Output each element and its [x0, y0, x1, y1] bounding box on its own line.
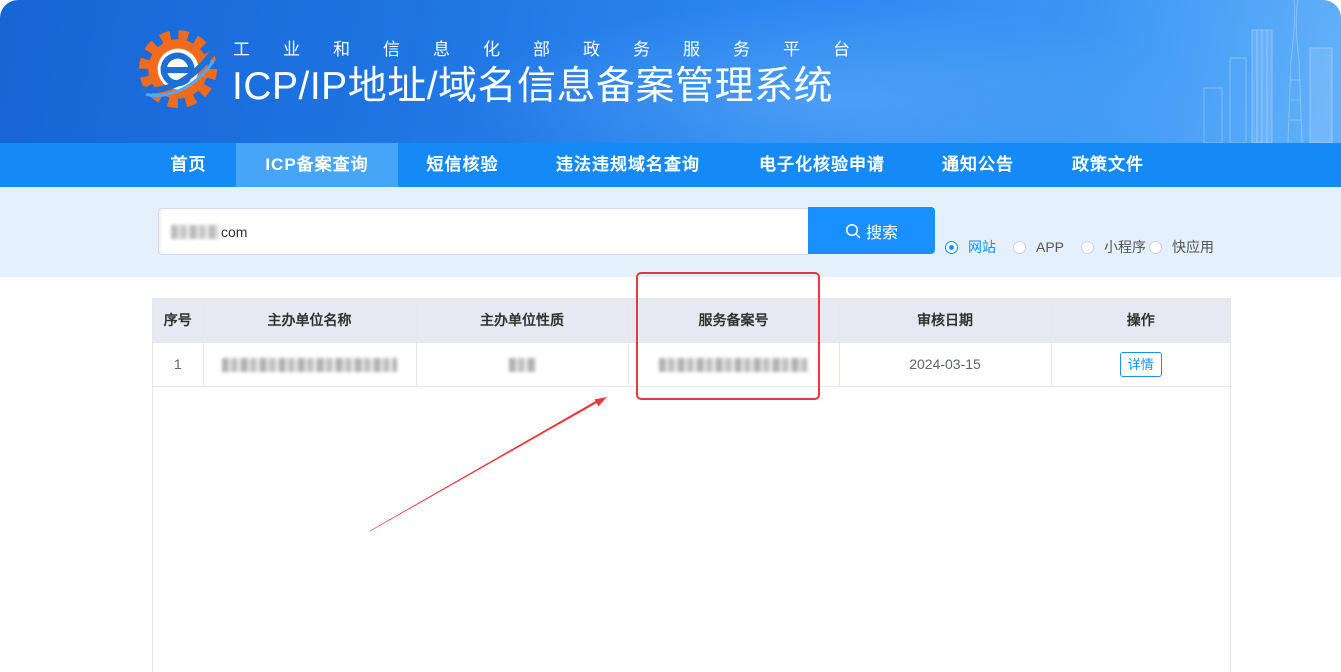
system-title: ICP/IP地址/域名信息备案管理系统 — [232, 65, 834, 108]
radio-app[interactable]: APP — [1013, 239, 1081, 255]
radio-label: 小程序 — [1104, 239, 1146, 255]
radio-button[interactable] — [1081, 240, 1094, 254]
query-type-radio-group: 网站 APP 小程序 快应用 — [945, 239, 1217, 255]
search-box — [158, 208, 808, 255]
cell-review-date: 2024-03-15 — [839, 342, 1052, 387]
radio-label: 网站 — [968, 239, 996, 255]
search-button[interactable]: 搜索 — [808, 207, 935, 254]
search-input[interactable] — [158, 208, 808, 255]
radio-button[interactable] — [945, 240, 958, 254]
site-header: 工业和信息化部政务服务平台 ICP/IP地址/域名信息备案管理系统 — [0, 0, 1341, 143]
platform-subtitle: 工业和信息化部政务服务平台 — [233, 40, 883, 59]
cell-index: 1 — [153, 342, 204, 387]
results-table-container: 序号 主办单位名称 主办单位性质 服务备案号 审核日期 操作 1 2024-03… — [152, 298, 1231, 672]
column-header-unit-nature: 主办单位性质 — [416, 299, 629, 343]
redacted-text — [659, 358, 808, 373]
column-header-review-date: 审核日期 — [839, 299, 1052, 343]
radio-label: 快应用 — [1172, 239, 1214, 255]
table-header-row: 序号 主办单位名称 主办单位性质 服务备案号 审核日期 操作 — [153, 299, 1230, 343]
column-header-record-number: 服务备案号 — [628, 299, 840, 343]
skyline-decoration — [1203, 0, 1333, 143]
nav-item-home[interactable]: 首页 — [141, 143, 236, 187]
radio-quick-app[interactable]: 快应用 — [1149, 237, 1217, 257]
nav-item-policies[interactable]: 政策文件 — [1041, 143, 1175, 187]
nav-item-sms-verify[interactable]: 短信核验 — [398, 143, 527, 187]
nav-item-notices[interactable]: 通知公告 — [915, 143, 1041, 187]
radio-website[interactable]: 网站 — [945, 237, 1013, 257]
cell-unit-nature — [416, 342, 629, 387]
nav-item-icp-query[interactable]: ICP备案查询 — [236, 143, 398, 187]
cell-unit-name — [203, 342, 417, 387]
column-header-unit-name: 主办单位名称 — [203, 299, 417, 343]
nav-item-illegal-domain-query[interactable]: 违法违规域名查询 — [527, 143, 729, 187]
table-row: 1 2024-03-15 详情 — [153, 342, 1230, 387]
redacted-text — [508, 358, 536, 373]
radio-button[interactable] — [1013, 240, 1026, 254]
results-table: 序号 主办单位名称 主办单位性质 服务备案号 审核日期 操作 1 2024-03… — [153, 299, 1230, 387]
radio-button[interactable] — [1149, 240, 1162, 254]
search-icon — [845, 223, 861, 238]
gear-e-logo[interactable] — [137, 27, 219, 109]
search-button-label: 搜索 — [865, 224, 898, 242]
radio-label: APP — [1036, 239, 1065, 255]
cell-action: 详情 — [1051, 342, 1230, 387]
radio-mini-program[interactable]: 小程序 — [1081, 237, 1149, 257]
nav-items: 首页 ICP备案查询 短信核验 违法违规域名查询 电子化核验申请 通知公告 政策… — [141, 143, 1175, 187]
redacted-text — [171, 225, 219, 239]
cell-record-number — [628, 342, 840, 387]
column-header-action: 操作 — [1051, 299, 1230, 343]
column-header-index: 序号 — [153, 299, 204, 343]
detail-button[interactable]: 详情 — [1119, 351, 1162, 377]
main-nav: 首页 ICP备案查询 短信核验 违法违规域名查询 电子化核验申请 通知公告 政策… — [0, 143, 1341, 187]
nav-item-e-verify-apply[interactable]: 电子化核验申请 — [729, 143, 915, 187]
redacted-text — [222, 358, 397, 373]
search-area: 搜索 网站 APP 小程序 快应用 — [0, 187, 1341, 277]
